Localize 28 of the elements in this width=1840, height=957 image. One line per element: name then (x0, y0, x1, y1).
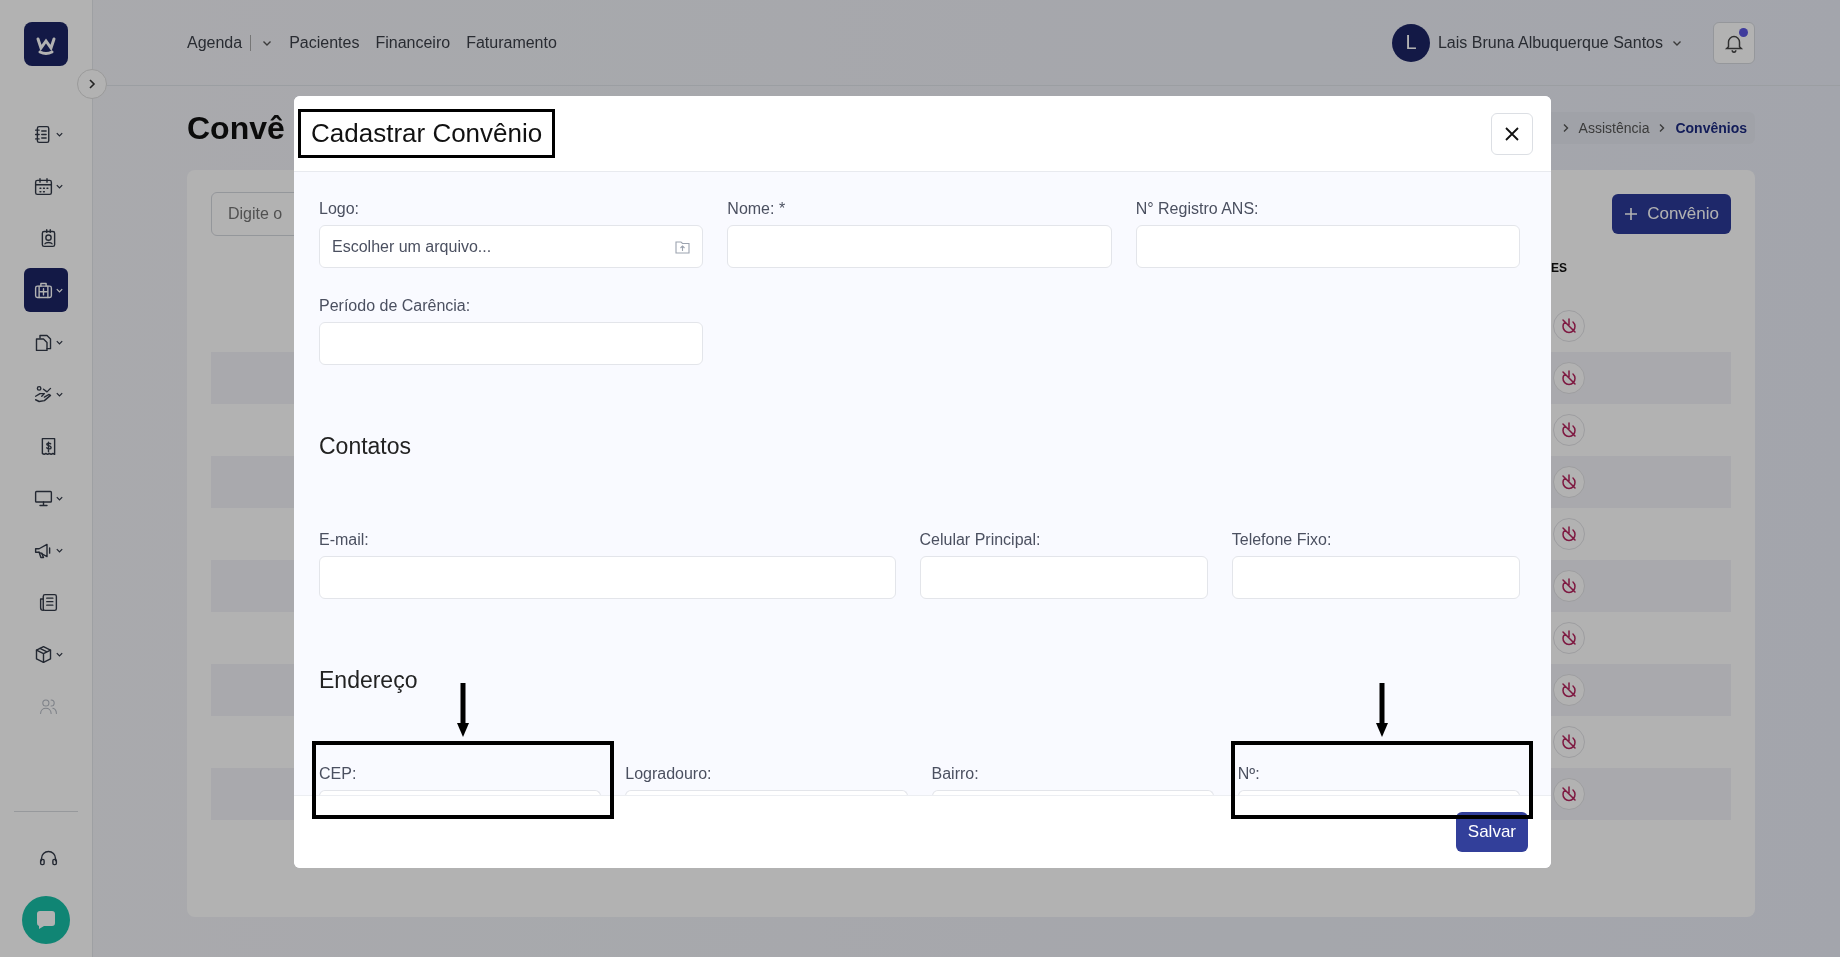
breadcrumb-link[interactable]: Assistência (1578, 120, 1650, 136)
user-avatar[interactable]: L (1391, 23, 1430, 62)
modal-title: Cadastrar Convênio (298, 109, 556, 158)
field-label: Período de Carência: (319, 297, 472, 315)
file-field[interactable]: Escolher um arquivo... (319, 225, 704, 268)
nav-link[interactable]: Financeiro (375, 33, 451, 52)
field-label: Logradouro: (625, 765, 713, 783)
field-label: Bairro: (931, 765, 980, 783)
breadcrumb-link[interactable]: Convênios (1675, 120, 1747, 136)
section-heading: Contatos (319, 432, 413, 460)
field-label: Celular Principal: (919, 531, 1042, 549)
field-label: Nome: * (727, 200, 787, 218)
nav-link[interactable]: Pacientes (289, 33, 360, 52)
field-label: Nº: (1237, 765, 1261, 783)
field-label: N° Registro ANS: (1135, 200, 1260, 218)
user-name[interactable]: Lais Bruna Albuquerque Santos (1437, 33, 1663, 52)
section-heading: Endereço (319, 666, 419, 694)
save-button[interactable]: Salvar (1455, 812, 1528, 852)
page-title: Convê (187, 109, 285, 147)
nav-link[interactable]: Agenda (187, 33, 274, 52)
field-label: CEP: (319, 765, 358, 783)
field-label: Logo: (319, 200, 361, 218)
field-label: Telefone Fixo: (1231, 531, 1333, 549)
field-label: E-mail: (319, 531, 370, 549)
file-placeholder: Escolher um arquivo... (332, 237, 492, 256)
column-header: ES (1551, 261, 1567, 275)
nav-link[interactable]: Faturamento (466, 33, 557, 52)
add-button[interactable]: Convênio (1612, 194, 1731, 234)
